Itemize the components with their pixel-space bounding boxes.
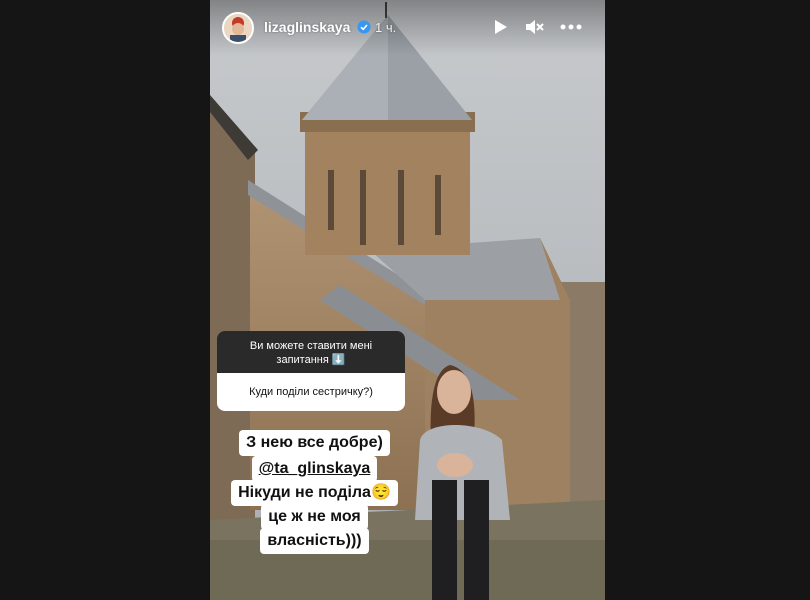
more-icon[interactable] xyxy=(559,16,583,38)
question-sticker-header: Ви можете ставити мені запитання ⬇️ xyxy=(217,331,405,373)
answer-line: Нікуди не поділа😌 xyxy=(231,480,398,506)
answer-line-4-row: це ж не моя xyxy=(210,504,512,530)
answer-line: власність))) xyxy=(260,528,369,554)
answer-line-3-row: Нікуди не поділа😌 xyxy=(210,480,512,506)
story-frame[interactable]: lizaglinskaya 1 ч. Ви можете ставити мен… xyxy=(210,0,605,600)
question-sticker-question: Куди поділи сестричку?) xyxy=(217,373,405,411)
answer-line: З нею все добре) xyxy=(239,430,390,456)
play-icon[interactable] xyxy=(489,16,511,38)
answer-line: це ж не моя xyxy=(261,504,368,530)
mention-link[interactable]: @ta_glinskaya xyxy=(251,456,378,482)
verified-icon xyxy=(357,20,371,34)
answer-line-1-row: З нею все добре) xyxy=(210,430,512,456)
answer-line-2-row: @ta_glinskaya xyxy=(210,456,512,482)
answer-line-5-row: власність))) xyxy=(210,528,512,554)
mute-icon[interactable] xyxy=(523,16,545,38)
avatar[interactable] xyxy=(222,12,254,44)
story-timestamp: 1 ч. xyxy=(375,20,397,35)
question-sticker[interactable]: Ви можете ставити мені запитання ⬇️ Куди… xyxy=(217,331,405,411)
story-username[interactable]: lizaglinskaya xyxy=(264,19,350,35)
